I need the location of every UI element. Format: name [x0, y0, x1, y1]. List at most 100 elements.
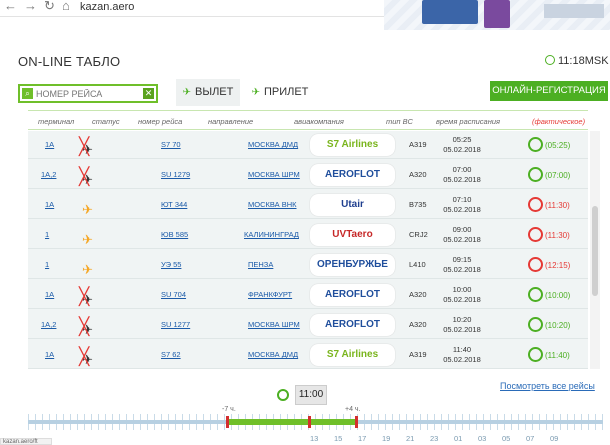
table-row[interactable]: 1A ✈ ЮТ 344 МОСКВА ВНК Utair B735 07:10 05.02.2… [28, 191, 588, 219]
online-registration-button[interactable]: ОНЛАЙН-РЕГИСТРАЦИЯ [490, 81, 608, 101]
departed-plane-icon: ✈ [82, 202, 93, 218]
terminal-link[interactable]: 1 [45, 251, 49, 279]
range-start-handle[interactable] [226, 416, 229, 428]
status-icon: ✈ ╳ [79, 131, 104, 159]
col-actual: (фактическое) [532, 117, 586, 126]
terminal-link[interactable]: 1A,2 [41, 161, 56, 189]
banner-block [422, 0, 478, 24]
timeline-tick: 05 [502, 434, 511, 443]
clock-icon [277, 389, 289, 401]
actual-time: (11:30) [528, 197, 570, 213]
direction-link[interactable]: ПЕНЗА [248, 251, 273, 279]
time-range-slider[interactable] [28, 414, 603, 430]
reload-icon[interactable]: ↻ [44, 0, 55, 14]
departure-plane-icon: ✈ [182, 87, 192, 98]
table-row[interactable]: 1A ✈ ╳ SU 704 ФРАНКФУРТ AEROFLOT A320 10:00 05.0… [28, 281, 588, 309]
col-direction: направление [208, 117, 254, 126]
direction-link[interactable]: КАЛИНИНГРАД [244, 221, 299, 249]
airline-logo: AEROFLOT [310, 164, 395, 186]
timeline-tick: 23 [430, 434, 439, 443]
airline-logo: AEROFLOT [310, 284, 395, 306]
arrival-plane-icon: ✈ [251, 87, 260, 98]
aircraft-type: A320 [409, 320, 427, 329]
direction-link[interactable]: ФРАНКФУРТ [248, 281, 292, 309]
flight-search: ⌕ ✕ [18, 84, 158, 103]
clear-search-button[interactable]: ✕ [143, 88, 154, 99]
aircraft-type: L410 [409, 260, 426, 269]
airline-logo: Utair [310, 194, 395, 216]
cancel-cross-icon: ╳ [79, 347, 90, 367]
scheduled-time: 10:00 05.02.2018 [443, 285, 481, 304]
direction-link[interactable]: МОСКВА ДМД [248, 131, 298, 159]
timeline-tick: 21 [406, 434, 415, 443]
terminal-link[interactable]: 1A [45, 131, 54, 159]
address-bar[interactable]: kazan.aero [80, 0, 134, 14]
flight-number-link[interactable]: SU 704 [161, 281, 186, 309]
table-row[interactable]: 1A ✈ ╳ S7 62 МОСКВА ДМД S7 Airlines A319 11:40 0… [28, 341, 588, 369]
timeline-tick: 01 [454, 434, 463, 443]
scheduled-time: 07:00 05.02.2018 [443, 165, 481, 184]
flight-number-link[interactable]: ЮТ 344 [161, 191, 187, 219]
scrollbar-thumb[interactable] [592, 206, 598, 296]
terminal-link[interactable]: 1A [45, 191, 54, 219]
departed-plane-icon: ✈ [82, 262, 93, 278]
clock-icon [545, 55, 555, 65]
airline-logo: AEROFLOT [310, 314, 395, 336]
table-row[interactable]: 1A,2 ✈ ╳ SU 1277 МОСКВА ШРМ AEROFLOT A320 10:20… [28, 311, 588, 339]
current-time: 11:18MSK [545, 55, 609, 67]
ad-banner[interactable] [384, 0, 610, 30]
timeline-selected-range [228, 419, 358, 425]
departed-plane-icon: ✈ [82, 232, 93, 248]
flight-number-link[interactable]: ЮВ 585 [161, 221, 188, 249]
search-icon: ⌕ [22, 88, 33, 99]
col-terminal: терминал [38, 117, 75, 126]
table-header: терминал статус номер рейса направление … [28, 110, 588, 130]
status-icon: ✈ [82, 221, 104, 249]
search-input[interactable] [36, 87, 141, 100]
timeline-tick: 07 [526, 434, 535, 443]
terminal-link[interactable]: 1A [45, 281, 54, 309]
terminal-link[interactable]: 1A,2 [41, 311, 56, 339]
direction-link[interactable]: МОСКВА ДМД [248, 341, 298, 369]
flight-number-link[interactable]: S7 70 [161, 131, 181, 159]
clock-icon [528, 227, 543, 242]
see-all-flights-link[interactable]: Посмотреть все рейсы [500, 381, 595, 391]
airline-logo: UVTaero [310, 224, 395, 246]
direction-link[interactable]: МОСКВА ШРМ [248, 311, 300, 339]
clock-icon [528, 167, 543, 182]
aircraft-type: B735 [409, 200, 427, 209]
actual-time: (10:00) [528, 287, 570, 303]
terminal-link[interactable]: 1 [45, 221, 49, 249]
cancel-cross-icon: ╳ [79, 317, 90, 337]
clock-icon [528, 197, 543, 212]
range-minus-label: -7 ч. [222, 406, 236, 413]
terminal-link[interactable]: 1A [45, 341, 54, 369]
flight-number-link[interactable]: SU 1277 [161, 311, 190, 339]
time-selector[interactable]: 11:00 [295, 385, 327, 405]
actual-time: (10:20) [528, 317, 570, 333]
tab-departure[interactable]: ✈ ВЫЛЕТ [176, 79, 240, 106]
forward-icon[interactable]: → [24, 0, 37, 14]
home-icon[interactable]: ⌂ [62, 0, 70, 14]
clock-icon [528, 257, 543, 272]
flight-number-link[interactable]: S7 62 [161, 341, 181, 369]
table-row[interactable]: 1 ✈ ЮВ 585 КАЛИНИНГРАД UVTaero CRJ2 09:00 05.02… [28, 221, 588, 249]
flights-table: 1A ✈ ╳ S7 70 МОСКВА ДМД S7 Airlines A319 05:25 0… [28, 131, 588, 369]
range-end-handle[interactable] [355, 416, 358, 428]
flight-number-link[interactable]: SU 1279 [161, 161, 190, 189]
cancel-cross-icon: ╳ [79, 167, 90, 187]
table-row[interactable]: 1A,2 ✈ ╳ SU 1279 МОСКВА ШРМ AEROFLOT A320 07:00… [28, 161, 588, 189]
scrollbar[interactable] [590, 131, 600, 369]
direction-link[interactable]: МОСКВА ВНК [248, 191, 297, 219]
cancel-cross-icon: ╳ [79, 137, 90, 157]
timeline-ticks: 13 15 17 19 21 23 01 03 05 07 09 [300, 434, 610, 445]
direction-link[interactable]: МОСКВА ШРМ [248, 161, 300, 189]
back-icon[interactable]: ← [4, 0, 17, 14]
flight-number-link[interactable]: УЭ 55 [161, 251, 181, 279]
table-row[interactable]: 1A ✈ ╳ S7 70 МОСКВА ДМД S7 Airlines A319 05:25 0… [28, 131, 588, 159]
tab-arrival[interactable]: ✈ ПРИЛЕТ [248, 79, 312, 106]
scheduled-time: 09:00 05.02.2018 [443, 225, 481, 244]
timeline-tick: 13 [310, 434, 319, 443]
table-row[interactable]: 1 ✈ УЭ 55 ПЕНЗА ОРЕНБУРЖЬЕ L410 09:15 05.02.201… [28, 251, 588, 279]
airline-logo: S7 Airlines [310, 344, 395, 366]
